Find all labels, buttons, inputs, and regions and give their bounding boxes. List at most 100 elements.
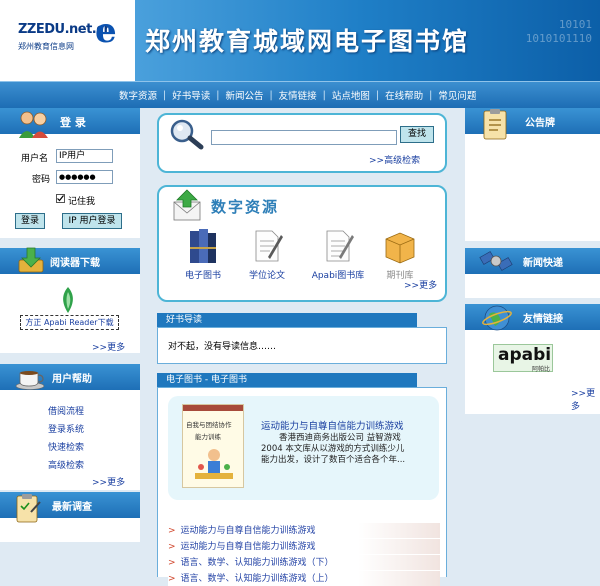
mail-arrow-icon <box>173 189 201 221</box>
globe-icon <box>482 305 512 331</box>
survey-panel: 最新调查 <box>0 492 140 542</box>
nav-separator: | <box>163 89 167 101</box>
survey-header: 最新调查 <box>0 492 140 523</box>
ebook-list-title: 运动能力与自尊自信能力训练游戏 <box>180 526 316 536</box>
main-nav: 数字资源 | 好书导读 | 新闻公告 | 友情链接 | 站点地图 | 在线帮助 | 常见问题 <box>0 81 600 108</box>
nav-separator: | <box>375 89 380 101</box>
document-pen-icon <box>255 230 283 262</box>
ebooks-tab[interactable]: 电子图书 - 电子图书 <box>157 373 417 387</box>
user-help-title: 用户帮助 <box>52 374 92 385</box>
apabi-library-item[interactable]: Apabi图书库 <box>307 227 369 281</box>
cover-title-2: 能力训练 <box>195 433 221 441</box>
announcements-title: 公告牌 <box>525 118 555 129</box>
search-button[interactable]: 查找 <box>400 126 434 143</box>
thesis-item[interactable]: 学位论文 <box>241 227 293 281</box>
featured-book-desc: 香港西迪商务出版公司 益智游戏 2004 本文库从以游戏的方式训练少儿能力出发，… <box>261 433 406 465</box>
nav-item[interactable]: 常见问题 <box>438 88 476 102</box>
binary-decoration: 10101 1010101110 <box>525 18 592 45</box>
password-label: 密码 <box>32 175 51 185</box>
nav-separator: | <box>216 89 220 101</box>
ebook-label: 电子图书 <box>184 271 221 281</box>
book-cover[interactable]: 自我与团结协作 能力训练 <box>182 404 244 488</box>
thesis-label: 学位论文 <box>248 271 285 281</box>
news-title: 新闻快递 <box>523 258 563 269</box>
login-panel-header: 登 录 <box>0 108 140 138</box>
ebook-list-item[interactable]: > 运动能力与自尊自信能力训练游戏 <box>168 539 440 554</box>
username-label: 用户名 <box>21 154 49 164</box>
ip-login-button[interactable]: IP 用户登录 <box>62 213 122 229</box>
help-link[interactable]: 高级检索 <box>48 458 84 471</box>
ebook-list-title: 语言、数学、认知能力训练游戏（下） <box>180 558 334 568</box>
box-icon <box>385 232 415 264</box>
user-help-more[interactable]: >>更多 <box>92 475 125 488</box>
users-icon <box>19 111 48 138</box>
ebook-list-title: 语言、数学、认知能力训练游戏（上） <box>180 574 334 584</box>
nav-separator: | <box>322 89 326 101</box>
nav-separator: | <box>429 89 433 101</box>
user-help-header: 用户帮助 <box>0 364 140 390</box>
survey-title: 最新调查 <box>52 502 92 513</box>
good-books-message: 对不起，没有导读信息…… <box>168 342 277 352</box>
nav-item[interactable]: 新闻公告 <box>225 88 263 102</box>
arrow-icon: > <box>168 574 176 584</box>
clipboard-icon <box>16 494 41 523</box>
featured-book-card: 自我与团结协作 能力训练 运动能力与自尊自信能力训练游戏 香港西迪商务出版公司 … <box>168 396 439 500</box>
ebook-list-item[interactable]: > 语言、数学、认知能力训练游戏（上） <box>168 571 440 586</box>
login-title: 登 录 <box>60 116 86 129</box>
ebook-item[interactable]: 电子图书 <box>177 227 229 281</box>
ebook-list-title: 运动能力与自尊自信能力训练游戏 <box>180 542 316 552</box>
links-panel: 友情链接 apabi 阿帕比 >>更多 <box>465 304 600 414</box>
apabi-logo-sub: 阿帕比 <box>532 366 551 373</box>
site-title: 郑州教育城域网电子图书馆 <box>145 27 470 56</box>
site-header: ZZEDU.net.cn 郑州教育信息网 e 郑州教育城域网电子图书馆 1010… <box>0 0 600 81</box>
nav-item[interactable]: 数字资源 <box>119 88 157 102</box>
nav-item[interactable]: 友情链接 <box>279 88 317 102</box>
arrow-icon: > <box>168 542 176 552</box>
help-link[interactable]: 登录系统 <box>48 422 84 435</box>
apabi-logo-text: apabi <box>498 345 552 365</box>
login-button[interactable]: 登录 <box>15 213 45 229</box>
help-link[interactable]: 借阅流程 <box>48 404 84 417</box>
nav-item[interactable]: 好书导读 <box>172 88 210 102</box>
news-header: 新闻快递 <box>465 248 600 274</box>
digital-resources-title: 数字资源 <box>211 198 280 216</box>
links-header: 友情链接 <box>465 304 600 331</box>
user-help-panel: 用户帮助 借阅流程登录系统快速检索高级检索 >>更多 <box>0 364 140 490</box>
login-panel: 登 录 用户名 IP用户 密码 ●●●●●● 记住我 登录 IP 用户登录 <box>0 108 140 238</box>
ebook-list-item[interactable]: > 语言、数学、认知能力训练游戏（下） <box>168 555 440 570</box>
journal-item[interactable]: 期刊库 <box>375 227 425 281</box>
username-field[interactable]: IP用户 <box>56 149 113 163</box>
cover-title-1: 自我与团结协作 <box>186 421 232 429</box>
search-box: 查找 >>高级检索 <box>157 113 447 173</box>
books-icon <box>190 229 216 263</box>
password-field[interactable]: ●●●●●● <box>56 170 113 184</box>
reader-download-more[interactable]: >>更多 <box>92 340 125 353</box>
news-panel: 新闻快递 <box>465 248 600 298</box>
logo[interactable]: ZZEDU.net.cn 郑州教育信息网 e <box>0 0 135 81</box>
advanced-search-link[interactable]: >>高级检索 <box>369 153 420 166</box>
apabi-reader-icon <box>63 287 73 313</box>
remember-checkbox[interactable] <box>56 194 65 203</box>
apabi-logo-link[interactable]: apabi 阿帕比 <box>493 344 553 373</box>
magnifier-icon <box>170 119 204 150</box>
digital-resources-more[interactable]: >>更多 <box>404 278 437 291</box>
reader-download-link[interactable]: 方正 Apabi Reader下载 <box>20 315 119 330</box>
reader-download-panel: 阅读器下载 方正 Apabi Reader下载 >>更多 <box>0 247 140 353</box>
ebook-list-item[interactable]: > 运动能力与自尊自信能力训练游戏 <box>168 523 440 538</box>
arrow-icon: > <box>168 558 176 568</box>
featured-book-title[interactable]: 运动能力与自尊自信能力训练游戏 <box>261 418 404 432</box>
announcements-panel: 公告牌 <box>465 108 600 241</box>
search-input[interactable] <box>211 130 397 145</box>
links-more[interactable]: >>更多 <box>571 386 600 412</box>
nav-item[interactable]: 在线帮助 <box>385 88 423 102</box>
satellite-icon <box>479 251 513 271</box>
good-books-tab[interactable]: 好书导读 <box>157 313 417 327</box>
apabi-library-label: Apabi图书库 <box>311 271 365 281</box>
nav-item[interactable]: 站点地图 <box>332 88 370 102</box>
cover-illustration-icon <box>195 449 233 479</box>
logo-e-icon: e <box>95 11 117 51</box>
coffee-cup-icon <box>15 371 45 390</box>
good-books-box: 对不起，没有导读信息…… <box>157 327 447 364</box>
help-link[interactable]: 快速检索 <box>48 440 84 453</box>
remember-label: 记住我 <box>68 197 96 207</box>
